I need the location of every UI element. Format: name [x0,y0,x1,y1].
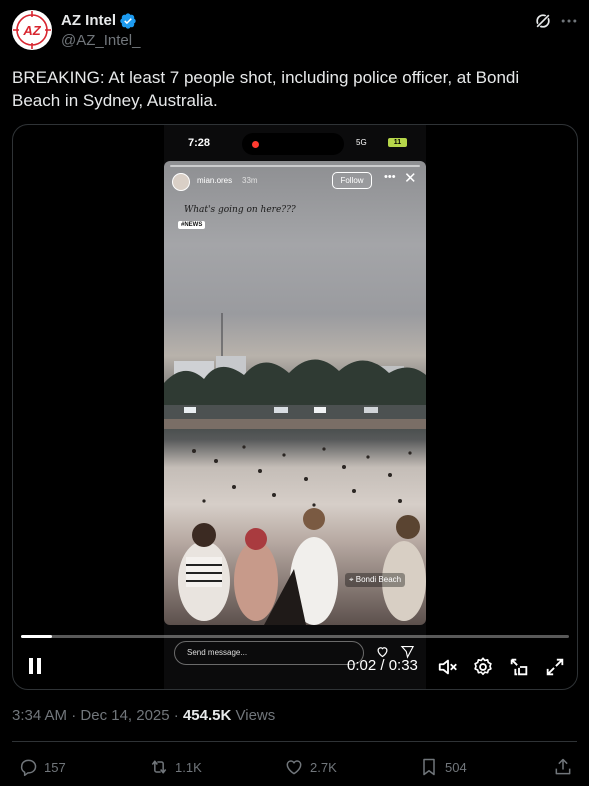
repost-count: 1.1K [175,759,202,775]
heart-icon [286,760,302,775]
story-caption: What's going on here??? [184,205,296,215]
story-send-message-field: Send message... [174,641,364,665]
tweet-time[interactable]: 3:34 AM [12,707,67,724]
battery-icon: 11 [388,138,407,147]
like-button[interactable]: 2.7K [284,756,337,778]
views-label: Views [235,707,276,724]
grok-icon[interactable] [533,11,553,31]
bookmark-button[interactable]: 504 [419,756,467,778]
story-avatar [172,173,190,191]
network-indicator: 5G [356,138,367,147]
story-timestamp: 33m [242,176,258,185]
tweet-meta: 3:34 AM · Dec 14, 2025 · 454.5K Views [12,707,275,724]
more-options-icon[interactable] [559,11,579,31]
handle[interactable]: @AZ_Intel_ [61,32,140,49]
views-count: 454.5K [182,707,232,724]
fullscreen-icon[interactable] [544,656,566,678]
story-progress-bar [170,165,420,167]
video-scrubber[interactable] [21,635,569,638]
reply-icon [20,759,37,777]
divider [12,741,577,742]
video-time-display: 0:02 / 0:33 [347,657,418,674]
story-frame: mian.ores 33m Follow ••• ✕ What's going … [164,161,426,625]
reply-button[interactable]: 157 [18,756,66,778]
tweet-header: AZ AZ Intel @AZ_Intel_ [12,8,577,54]
az-intel-logo: AZ [13,11,51,49]
beach-scene-illustration [164,313,426,625]
repost-icon [151,760,167,774]
mute-icon[interactable] [437,656,459,678]
dynamic-island [242,133,344,155]
recording-dot-icon [252,141,259,148]
action-bar: 157 1.1K 2.7K 504 [12,752,577,780]
story-location-label: Bondi Beach [355,575,402,584]
story-close-icon: ✕ [404,170,417,187]
meta-separator: · [173,707,183,724]
picture-in-picture-icon[interactable] [508,656,530,678]
reply-count: 157 [44,759,66,775]
repost-button[interactable]: 1.1K [149,756,202,778]
verified-badge-icon [120,13,136,29]
meta-separator: · [71,707,81,724]
story-username: mian.ores [197,176,233,185]
video-frame: 7:28 5G 11 mian.ores 33m Follow ••• ✕ Wh… [164,125,426,689]
phone-clock: 7:28 [188,137,211,149]
story-more-icon: ••• [384,171,396,183]
video-progress-fill [21,635,53,638]
bookmark-icon [423,758,435,776]
svg-text:AZ: AZ [22,23,41,38]
share-icon [555,758,571,775]
story-location-tag: ⌖ Bondi Beach [345,573,406,587]
share-button[interactable] [553,756,573,778]
tweet-text: BREAKING: At least 7 people shot, includ… [12,68,520,110]
bookmark-count: 504 [445,759,467,775]
avatar[interactable]: AZ [12,10,52,50]
story-news-tag: #NEWS [178,221,206,229]
video-player[interactable]: 7:28 5G 11 mian.ores 33m Follow ••• ✕ Wh… [12,124,578,690]
like-count: 2.7K [310,759,337,775]
settings-gear-icon[interactable] [472,656,494,678]
tweet-date[interactable]: Dec 14, 2025 [80,707,169,724]
display-name[interactable]: AZ Intel [61,12,116,29]
story-follow-button: Follow [332,172,372,189]
pause-icon[interactable] [27,657,43,675]
